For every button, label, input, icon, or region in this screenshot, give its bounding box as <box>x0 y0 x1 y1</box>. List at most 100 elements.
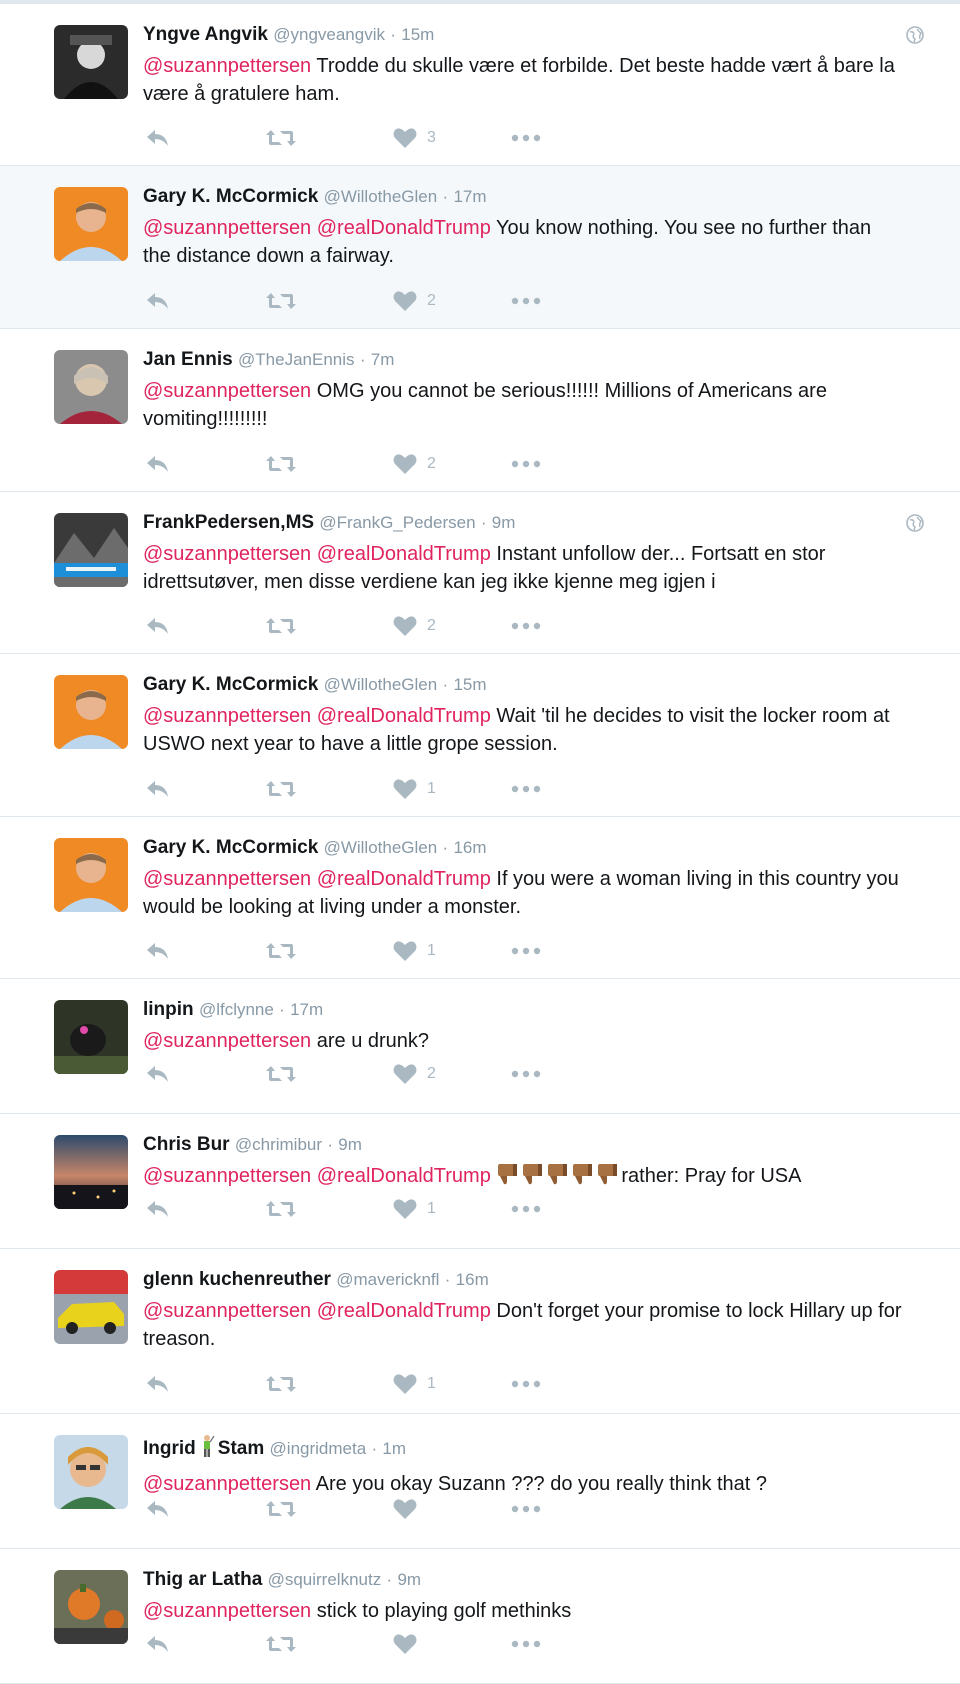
heart-icon[interactable] <box>393 453 417 475</box>
like-button[interactable]: 1 <box>393 936 436 966</box>
retweet-icon[interactable] <box>265 123 297 153</box>
mention-link[interactable]: @suzannpettersen <box>143 1600 311 1622</box>
reply-icon[interactable] <box>145 286 171 316</box>
timestamp[interactable]: 17m <box>290 1000 323 1019</box>
retweet-icon[interactable] <box>265 449 297 479</box>
timestamp[interactable]: 16m <box>456 1270 489 1289</box>
tweet[interactable]: Yngve Angvik @yngveangvik · 15m @suzannpe… <box>0 4 960 166</box>
reply-icon[interactable] <box>145 936 171 966</box>
heart-icon[interactable] <box>393 1498 417 1520</box>
like-button[interactable]: 2 <box>393 611 436 641</box>
timestamp[interactable]: 15m <box>453 675 486 694</box>
mention-link[interactable]: @suzannpettersen <box>143 1473 311 1495</box>
timestamp[interactable]: 1m <box>382 1439 406 1458</box>
username[interactable]: @squirrelknutz <box>268 1570 382 1589</box>
tweet[interactable]: Jan Ennis @TheJanEnnis · 7m @suzannpetter… <box>0 329 960 492</box>
tweet[interactable]: Thig ar Latha @squirrelknutz · 9m @suzann… <box>0 1549 960 1684</box>
mention-link[interactable]: @suzannpettersen <box>143 217 311 239</box>
mention-link[interactable]: @suzannpettersen <box>143 1165 311 1187</box>
timestamp[interactable]: 7m <box>371 350 395 369</box>
tweet[interactable]: Gary K. McCormick @WillotheGlen · 17m @su… <box>0 166 960 329</box>
more-icon[interactable] <box>511 286 541 316</box>
reply-icon[interactable] <box>145 1059 171 1089</box>
more-icon[interactable] <box>511 1494 541 1524</box>
mention-link[interactable]: @realDonaldTrump <box>317 543 491 565</box>
avatar[interactable] <box>54 838 128 912</box>
display-name[interactable]: linpin <box>143 999 194 1020</box>
more-icon[interactable] <box>511 936 541 966</box>
timestamp[interactable]: 9m <box>397 1570 421 1589</box>
display-name[interactable]: Jan Ennis <box>143 349 233 370</box>
tweet[interactable]: Ingrid Stam @ingridmeta · 1m @suzannpetter… <box>0 1414 960 1549</box>
display-name[interactable]: Yngve Angvik <box>143 24 268 45</box>
heart-icon[interactable] <box>393 1633 417 1655</box>
retweet-icon[interactable] <box>265 1629 297 1659</box>
heart-icon[interactable] <box>393 778 417 800</box>
username[interactable]: @TheJanEnnis <box>238 350 355 369</box>
timestamp[interactable]: 15m <box>401 25 434 44</box>
retweet-icon[interactable] <box>265 1494 297 1524</box>
mention-link[interactable]: @realDonaldTrump <box>317 1300 491 1322</box>
display-name[interactable]: Thig ar Latha <box>143 1569 262 1590</box>
like-button[interactable]: 2 <box>393 1059 436 1089</box>
display-name[interactable]: Gary K. McCormick <box>143 674 318 695</box>
avatar[interactable] <box>54 1270 128 1344</box>
retweet-icon[interactable] <box>265 611 297 641</box>
mention-link[interactable]: @suzannpettersen <box>143 1300 311 1322</box>
like-button[interactable]: 1 <box>393 774 436 804</box>
mention-link[interactable]: @realDonaldTrump <box>317 217 491 239</box>
avatar[interactable] <box>54 350 128 424</box>
timestamp[interactable]: 17m <box>453 187 486 206</box>
display-name[interactable]: Gary K. McCormick <box>143 837 318 858</box>
tweet[interactable]: glenn kuchenreuther @mavericknfl · 16m @s… <box>0 1249 960 1414</box>
like-button[interactable]: 1 <box>393 1194 436 1224</box>
reply-icon[interactable] <box>145 611 171 641</box>
like-button[interactable]: 3 <box>393 123 436 153</box>
display-name[interactable]: Gary K. McCormick <box>143 186 318 207</box>
tweet[interactable]: Gary K. McCormick @WillotheGlen · 16m @su… <box>0 817 960 979</box>
like-button[interactable]: 1 <box>393 1369 436 1399</box>
avatar[interactable] <box>54 25 128 99</box>
retweet-icon[interactable] <box>265 1369 297 1399</box>
username[interactable]: @WillotheGlen <box>324 187 438 206</box>
heart-icon[interactable] <box>393 290 417 312</box>
more-icon[interactable] <box>511 449 541 479</box>
display-name-suffix[interactable]: Stam <box>218 1438 264 1459</box>
mention-link[interactable]: @suzannpettersen <box>143 705 311 727</box>
heart-icon[interactable] <box>393 127 417 149</box>
avatar[interactable] <box>54 1135 128 1209</box>
username[interactable]: @FrankG_Pedersen <box>319 513 475 532</box>
tweet[interactable]: Chris Bur @chrimibur · 9m @suzannpetterse… <box>0 1114 960 1249</box>
mention-link[interactable]: @suzannpettersen <box>143 1030 311 1052</box>
display-name[interactable]: Ingrid <box>143 1438 196 1459</box>
username[interactable]: @WillotheGlen <box>324 675 438 694</box>
username[interactable]: @yngveangvik <box>273 25 385 44</box>
avatar[interactable] <box>54 1570 128 1644</box>
more-icon[interactable] <box>511 1629 541 1659</box>
username[interactable]: @lfclynne <box>199 1000 274 1019</box>
username[interactable]: @WillotheGlen <box>324 838 438 857</box>
reply-icon[interactable] <box>145 774 171 804</box>
username[interactable]: @mavericknfl <box>336 1270 439 1289</box>
tweet[interactable]: linpin @lfclynne · 17m @suzannpettersen a… <box>0 979 960 1114</box>
avatar[interactable] <box>54 1435 128 1509</box>
avatar[interactable] <box>54 513 128 587</box>
more-icon[interactable] <box>511 123 541 153</box>
timestamp[interactable]: 9m <box>492 513 516 532</box>
reply-icon[interactable] <box>145 1194 171 1224</box>
timestamp[interactable]: 16m <box>453 838 486 857</box>
display-name[interactable]: glenn kuchenreuther <box>143 1269 331 1290</box>
mention-link[interactable]: @suzannpettersen <box>143 868 311 890</box>
tweet[interactable]: FrankPedersen,MS @FrankG_Pedersen · 9m @s… <box>0 492 960 654</box>
mention-link[interactable]: @suzannpettersen <box>143 543 311 565</box>
reply-icon[interactable] <box>145 1369 171 1399</box>
timestamp[interactable]: 9m <box>338 1135 362 1154</box>
heart-icon[interactable] <box>393 615 417 637</box>
like-button[interactable]: 2 <box>393 449 436 479</box>
avatar[interactable] <box>54 1000 128 1074</box>
more-icon[interactable] <box>511 1194 541 1224</box>
more-icon[interactable] <box>511 774 541 804</box>
display-name[interactable]: FrankPedersen,MS <box>143 512 314 533</box>
retweet-icon[interactable] <box>265 1194 297 1224</box>
retweet-icon[interactable] <box>265 1059 297 1089</box>
